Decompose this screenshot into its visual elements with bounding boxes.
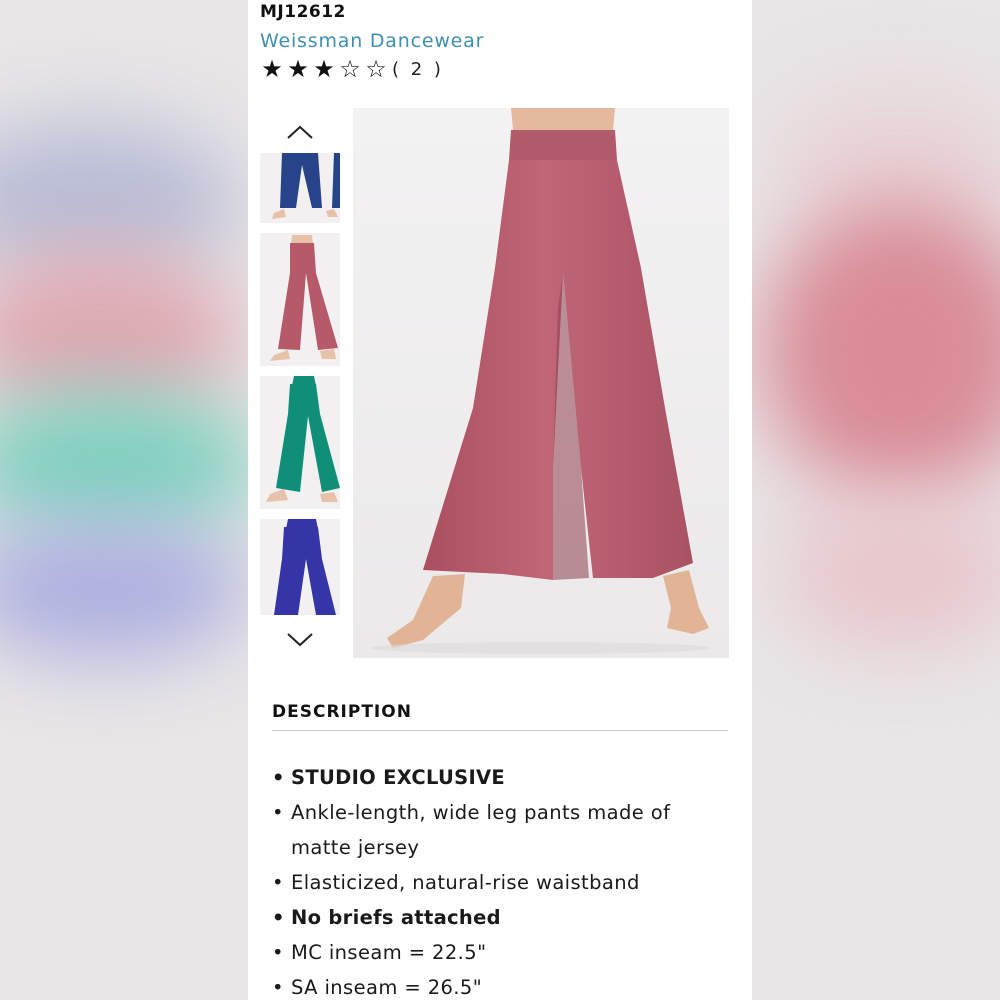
chevron-up-icon	[287, 125, 313, 139]
description-list: STUDIO EXCLUSIVE Ankle-length, wide leg …	[272, 760, 732, 1000]
wide-leg-pants-image	[353, 108, 729, 658]
list-item: STUDIO EXCLUSIVE	[272, 760, 732, 795]
list-item: MC inseam = 22.5"	[272, 935, 732, 970]
product-panel: MJ12612 Weissman Dancewear ★ ★ ★ ☆ ☆ ( 2…	[248, 0, 752, 1000]
brand-link[interactable]: Weissman Dancewear	[260, 30, 484, 52]
pants-rose-image	[260, 233, 340, 366]
gallery-up-button[interactable]	[286, 122, 314, 142]
list-item: No briefs attached	[272, 900, 732, 935]
thumbnail-royal-blue[interactable]	[260, 519, 340, 615]
star-filled-icon: ★	[287, 55, 309, 83]
product-sku: MJ12612	[260, 2, 346, 22]
list-item: Ankle-length, wide leg pants made of mat…	[272, 795, 732, 865]
gallery-down-button[interactable]	[286, 630, 314, 650]
review-count[interactable]: ( 2 )	[392, 59, 444, 80]
main-product-image[interactable]	[353, 108, 729, 658]
pants-navy-image	[260, 153, 340, 223]
chevron-down-icon	[287, 633, 313, 647]
thumbnail-rose[interactable]	[260, 233, 340, 366]
list-item: SA inseam = 26.5"	[272, 970, 732, 1000]
description-heading: DESCRIPTION	[272, 702, 412, 722]
pants-teal-image	[260, 376, 340, 509]
star-filled-icon: ★	[313, 55, 335, 83]
description-divider	[272, 730, 728, 731]
thumbnail-navy[interactable]	[260, 153, 340, 223]
list-item: Elasticized, natural-rise waistband	[272, 865, 732, 900]
thumbnail-teal[interactable]	[260, 376, 340, 509]
star-filled-icon: ★	[261, 55, 283, 83]
star-empty-icon: ☆	[365, 55, 387, 83]
star-empty-icon: ☆	[339, 55, 361, 83]
pants-royal-blue-image	[260, 519, 340, 615]
star-rating[interactable]: ★ ★ ★ ☆ ☆ ( 2 )	[259, 56, 444, 82]
